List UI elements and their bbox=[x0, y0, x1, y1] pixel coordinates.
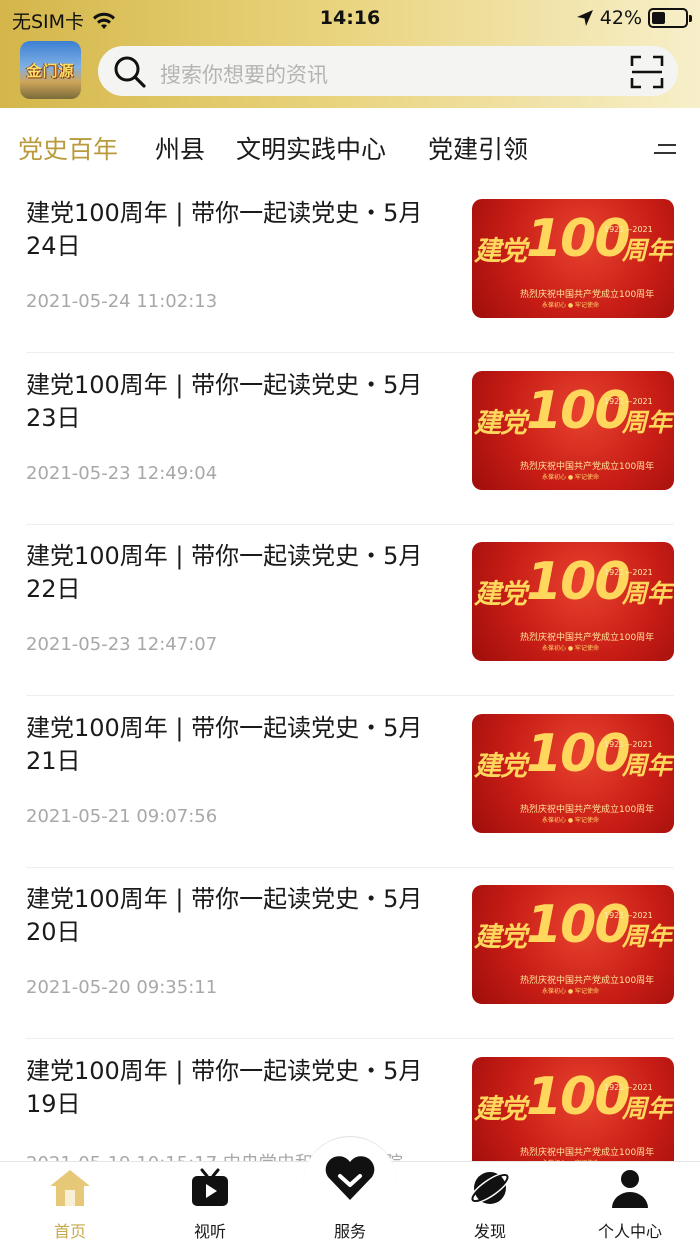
news-item[interactable]: 建党100周年 | 带你一起读党史・5月21日 2021-05-21 09:07:… bbox=[0, 696, 700, 868]
menu-icon[interactable] bbox=[654, 142, 676, 156]
thumb-text-left: 建党 bbox=[474, 236, 527, 267]
thumb-caption-small: 永葆初心 ● 牢记使命 bbox=[542, 302, 600, 309]
category-tabs: 党史百年 州县 文明实践中心 党建引领 bbox=[0, 118, 700, 178]
nav-audio-video[interactable]: 视听 bbox=[160, 1166, 260, 1242]
thumb-text-center: 100 bbox=[526, 1066, 631, 1127]
thumb-text-left: 建党 bbox=[474, 1093, 527, 1125]
news-item[interactable]: 建党100周年 | 带你一起读党史・5月22日 2021-05-23 12:47:… bbox=[0, 524, 700, 696]
app-logo[interactable]: 金门源 bbox=[20, 41, 81, 99]
news-item[interactable]: 建党100周年 | 带你一起读党史・5月23日 2021-05-23 12:49:… bbox=[0, 353, 700, 525]
search-bar[interactable]: 搜索你想要的资讯 bbox=[98, 46, 678, 96]
news-title: 建党100周年 | 带你一起读党史・5月24日 bbox=[26, 199, 423, 260]
search-placeholder: 搜索你想要的资讯 bbox=[160, 63, 328, 87]
news-date: 2021-05-20 09:35:11 bbox=[26, 977, 218, 998]
news-date: 2021-05-21 09:07:56 bbox=[26, 805, 218, 827]
tab-counties[interactable]: 州县 bbox=[155, 130, 205, 166]
nav-home[interactable]: 首页 bbox=[20, 1166, 120, 1242]
news-title: 建党100周年 | 带你一起读党史・5月19日 bbox=[26, 1056, 423, 1118]
app-header: 无SIM卡 14:16 42% 金门源 搜索你想要的资讯 bbox=[0, 0, 700, 108]
nav-audio-video-label: 视听 bbox=[193, 1222, 226, 1241]
thumb-caption-small: 永葆初心 ● 牢记使命 bbox=[542, 473, 600, 481]
thumb-text-right: 周年 bbox=[622, 579, 673, 608]
thumb-caption: 热烈庆祝中国共产党成立100周年 bbox=[520, 804, 655, 815]
nav-services[interactable]: 服务 bbox=[300, 1150, 400, 1242]
thumb-text-center: 100 bbox=[526, 552, 631, 612]
news-title: 建党100周年 | 带你一起读党史・5月21日 bbox=[26, 713, 423, 775]
news-item[interactable]: 建党100周年 | 带你一起读党史・5月20日 2021-05-20 09:35:… bbox=[0, 867, 700, 1039]
thumb-caption: 热烈庆祝中国共产党成立100周年 bbox=[520, 633, 655, 643]
thumb-text-center: 100 bbox=[526, 209, 631, 269]
thumb-text-right: 周年 bbox=[622, 407, 673, 437]
location-arrow-icon bbox=[576, 10, 593, 26]
thumb-caption: 热烈庆祝中国共产党成立100周年 bbox=[520, 976, 655, 986]
thumb-text-left: 建党 bbox=[474, 579, 527, 610]
news-thumbnail: 建党1001921—2021周年热烈庆祝中国共产党成立100周年永葆初心 ● 牢… bbox=[472, 542, 674, 661]
news-title: 建党100周年 | 带你一起读党史・5月20日 bbox=[26, 885, 423, 946]
thumb-caption: 热烈庆祝中国共产党成立100周年 bbox=[520, 1147, 655, 1158]
thumb-text-right: 周年 bbox=[622, 750, 673, 780]
status-bar: 无SIM卡 14:16 42% bbox=[0, 0, 700, 36]
thumb-caption: 热烈庆祝中国共产党成立100周年 bbox=[520, 290, 655, 300]
tab-party-building[interactable]: 党建引领 bbox=[428, 130, 528, 166]
nav-profile[interactable]: 个人中心 bbox=[580, 1166, 680, 1242]
thumb-text-right: 周年 bbox=[622, 922, 673, 951]
nav-services-label: 服务 bbox=[333, 1222, 366, 1241]
nav-home-label: 首页 bbox=[53, 1222, 86, 1241]
scan-icon[interactable] bbox=[630, 55, 664, 89]
news-thumbnail: 建党1001921—2021周年热烈庆祝中国共产党成立100周年永葆初心 ● 牢… bbox=[472, 885, 674, 1004]
person-icon bbox=[608, 1166, 652, 1210]
nav-discover-label: 发现 bbox=[473, 1222, 506, 1241]
thumb-text-left: 建党 bbox=[474, 922, 527, 953]
heart-icon bbox=[322, 1150, 378, 1206]
thumb-text-left: 建党 bbox=[474, 750, 527, 782]
thumb-text-center: 100 bbox=[526, 723, 631, 784]
news-thumbnail: 建党1001921—2021周年热烈庆祝中国共产党成立100周年永葆初心 ● 牢… bbox=[472, 1056, 674, 1176]
news-title: 建党100周年 | 带你一起读党史・5月23日 bbox=[26, 370, 423, 432]
thumb-text-right: 周年 bbox=[622, 1093, 673, 1123]
thumb-text-center: 100 bbox=[526, 895, 631, 955]
news-title: 建党100周年 | 带你一起读党史・5月22日 bbox=[26, 542, 423, 603]
news-thumbnail: 建党1001921—2021周年热烈庆祝中国共产党成立100周年永葆初心 ● 牢… bbox=[472, 370, 674, 490]
news-date: 2021-05-23 12:49:04 bbox=[26, 462, 218, 484]
news-thumbnail: 建党1001921—2021周年热烈庆祝中国共产党成立100周年永葆初心 ● 牢… bbox=[472, 199, 674, 318]
thumb-text-right: 周年 bbox=[622, 236, 673, 265]
planet-icon bbox=[468, 1166, 512, 1210]
tab-civilization-center[interactable]: 文明实践中心 bbox=[236, 130, 386, 166]
news-thumbnail: 建党1001921—2021周年热烈庆祝中国共产党成立100周年永葆初心 ● 牢… bbox=[472, 713, 674, 833]
nav-profile-label: 个人中心 bbox=[597, 1222, 662, 1241]
thumb-text-center: 100 bbox=[526, 380, 631, 441]
home-icon bbox=[48, 1166, 92, 1210]
thumb-caption-small: 永葆初心 ● 牢记使命 bbox=[542, 816, 600, 824]
thumb-caption-small: 永葆初心 ● 牢记使命 bbox=[542, 645, 600, 652]
news-item[interactable]: 建党100周年 | 带你一起读党史・5月24日 2021-05-24 11:02:… bbox=[0, 181, 700, 353]
news-date: 2021-05-24 11:02:13 bbox=[26, 291, 218, 312]
tab-party-history[interactable]: 党史百年 bbox=[18, 130, 118, 166]
thumb-text-left: 建党 bbox=[474, 407, 527, 439]
search-icon bbox=[114, 56, 146, 88]
battery-icon bbox=[648, 8, 692, 28]
news-date: 2021-05-23 12:47:07 bbox=[26, 634, 218, 655]
logo-text: 金门源 bbox=[26, 61, 75, 80]
tv-icon bbox=[188, 1166, 232, 1210]
nav-discover[interactable]: 发现 bbox=[440, 1166, 540, 1242]
thumb-caption: 热烈庆祝中国共产党成立100周年 bbox=[520, 461, 655, 472]
battery-percent: 42% bbox=[599, 7, 642, 29]
thumb-caption-small: 永葆初心 ● 牢记使命 bbox=[542, 988, 600, 995]
